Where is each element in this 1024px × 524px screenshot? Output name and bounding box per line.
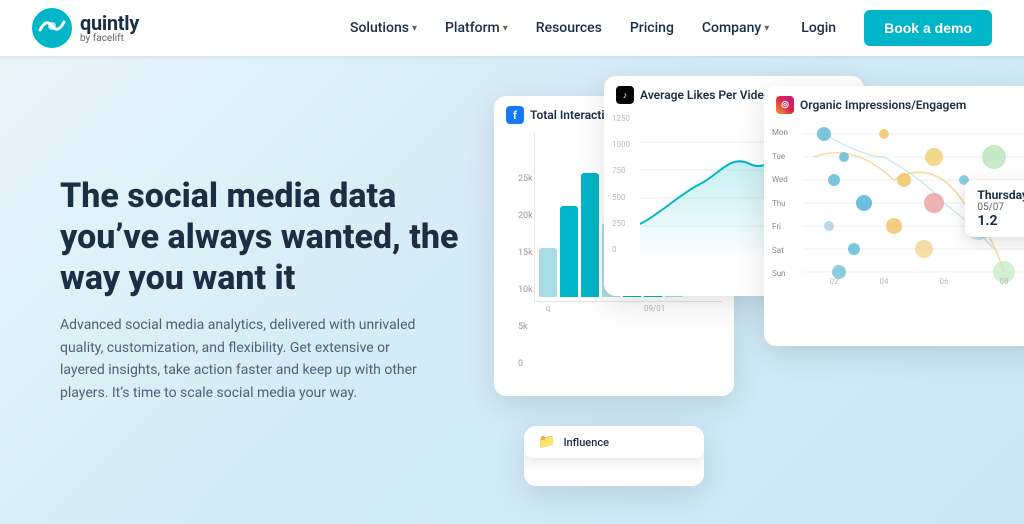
influence-label: Influence	[563, 436, 609, 449]
influence-card: 📁 Influence	[524, 426, 704, 486]
chart-3-title: Organic Impressions/Engagem	[800, 98, 966, 112]
instagram-icon: ◎	[776, 96, 794, 114]
tooltip-value: 1.2	[977, 213, 1024, 229]
tooltip-date: 05/07	[977, 202, 1024, 213]
logo-subname: by facelift	[80, 34, 139, 44]
chart-tooltip: Thursday 05/07 1.2	[965, 180, 1024, 237]
nav-login[interactable]: Login	[785, 12, 852, 44]
logo-name: quintly	[80, 13, 139, 33]
logo-icon	[32, 8, 72, 48]
svg-text:02: 02	[830, 277, 839, 286]
hero-heading: The social media data you’ve always want…	[60, 176, 480, 298]
navbar: quintly by facelift Solutions ▾ Platform…	[0, 0, 1024, 56]
bar	[539, 248, 557, 298]
chart-2-title: Average Likes Per Video	[640, 88, 771, 102]
logo[interactable]: quintly by facelift	[32, 8, 139, 48]
tiktok-icon: ♪	[616, 86, 634, 104]
bar	[581, 173, 599, 297]
nav-links: Solutions ▾ Platform ▾ Resources Pricing…	[338, 10, 992, 46]
hero-subtext: Advanced social media analytics, deliver…	[60, 314, 420, 404]
nav-platform[interactable]: Platform ▾	[433, 12, 520, 44]
chevron-down-icon: ▾	[764, 23, 769, 34]
svg-text:04: 04	[880, 277, 889, 286]
hero-charts: f Total Interactions 0 5k 10k 15k 20k 25…	[484, 66, 1024, 516]
hero-section: The social media data you’ve always want…	[0, 56, 1024, 524]
book-demo-button[interactable]: Book a demo	[864, 10, 992, 46]
svg-text:06: 06	[940, 277, 949, 286]
facebook-icon: f	[506, 106, 524, 124]
organic-impressions-chart: ◎ Organic Impressions/Engagem Mon Tue We…	[764, 86, 1024, 346]
nav-pricing[interactable]: Pricing	[618, 12, 686, 44]
hero-content: The social media data you’ve always want…	[60, 176, 480, 404]
svg-text:08: 08	[1000, 277, 1009, 286]
tooltip-title: Thursday	[977, 188, 1024, 202]
chevron-down-icon: ▾	[412, 23, 417, 34]
chevron-down-icon: ▾	[503, 23, 508, 34]
bar	[560, 206, 578, 297]
nav-solutions[interactable]: Solutions ▾	[338, 12, 429, 44]
folder-icon: 📁	[538, 434, 555, 450]
nav-resources[interactable]: Resources	[524, 12, 614, 44]
nav-company[interactable]: Company ▾	[690, 12, 781, 44]
